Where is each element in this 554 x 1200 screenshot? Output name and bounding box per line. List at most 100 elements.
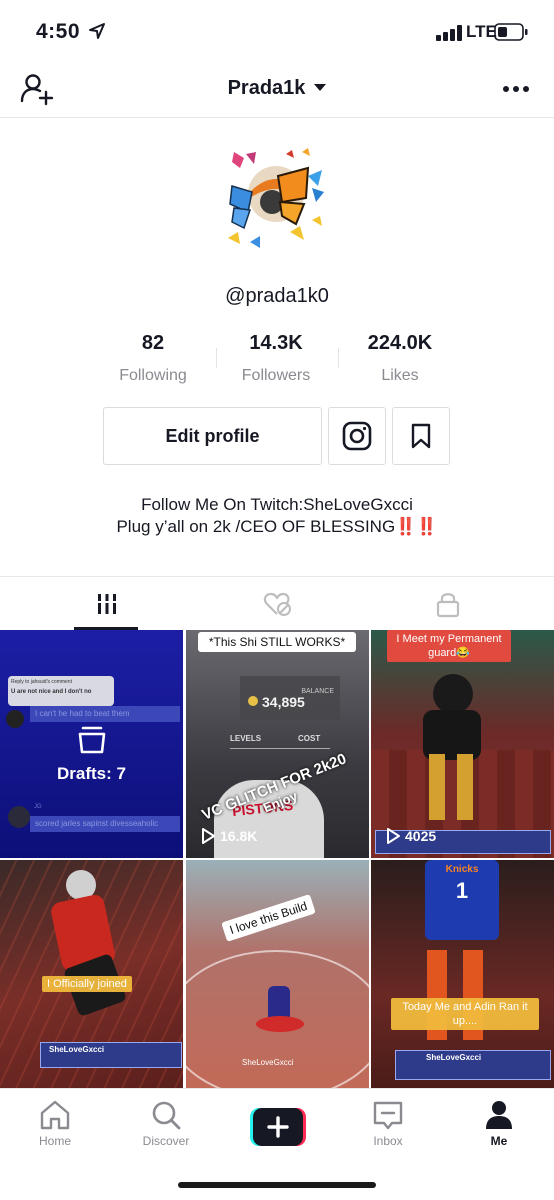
nav-me[interactable]: Me (454, 1099, 544, 1148)
network-type: LTE (466, 22, 497, 41)
following-count: 82 (141, 332, 165, 354)
signal-icon (436, 25, 462, 41)
vc-coin-icon (248, 696, 258, 706)
video-caption: I Officially joined (42, 976, 132, 992)
battery-icon (494, 23, 528, 41)
comment-bar: I can't he had to beat them (30, 706, 180, 722)
stat-following[interactable]: 82 Following (88, 332, 218, 385)
tab-private[interactable] (355, 577, 540, 631)
commenter-avatar (6, 710, 24, 728)
cost-label: COST (298, 734, 321, 743)
video-watermark: SheLoveGxcci (242, 1058, 294, 1067)
profile-bio: Follow Me On Twitch:SheLoveGxcci Plug y’… (0, 494, 554, 538)
avatar[interactable] (220, 146, 332, 262)
status-time: 4:50 (36, 20, 81, 43)
balance-value: 34,895 (262, 694, 305, 710)
player-nameplate: SheLoveGxcci (395, 1050, 551, 1080)
profile-header: Prada1k (0, 64, 554, 118)
comment-reply-header: Reply to jahsuid's comment (11, 679, 72, 685)
more-options-icon[interactable] (498, 76, 534, 102)
bookmark-icon (411, 423, 431, 449)
nav-me-label: Me (490, 1134, 508, 1148)
bio-line-2: Plug y’all on 2k /CEO OF BLESSING‼️‼️ (0, 516, 554, 538)
chevron-down-icon (314, 84, 327, 91)
favorites-button[interactable] (392, 407, 450, 465)
balance-panel: BALANCE 34,895 (240, 676, 340, 720)
instagram-button[interactable] (328, 407, 386, 465)
view-count: 16.8K (200, 828, 257, 844)
jersey-number: 1 (455, 878, 469, 903)
status-bar: 4:50 LTE (0, 0, 554, 64)
player-marker (256, 1016, 304, 1032)
play-icon (202, 828, 215, 844)
following-label: Following (119, 367, 187, 384)
likes-count: 224.0K (367, 332, 433, 354)
jersey-team: Knicks (445, 864, 479, 875)
play-icon (387, 828, 400, 844)
video-tile-drafts[interactable]: Reply to jahsuid's comment U are not nic… (0, 630, 183, 858)
bio-line-1: Follow Me On Twitch:SheLoveGxcci (141, 495, 413, 514)
comment-author: JG (34, 804, 42, 810)
video-caption: *This Shi STILL WORKS* (198, 632, 356, 652)
video-tile-build[interactable]: I love this Build SheLoveGxcci (186, 860, 369, 1088)
balance-label: BALANCE (301, 688, 334, 695)
nav-home-label: Home (38, 1134, 71, 1148)
player-head (433, 674, 473, 714)
liked-icon (263, 592, 291, 616)
likes-label: Likes (381, 367, 419, 384)
bio-line-2-text: Plug y’all on 2k /CEO OF BLESSING (116, 517, 396, 536)
nameplate-text: SheLoveGxcci (49, 1045, 105, 1054)
stat-likes[interactable]: 224.0K Likes (335, 332, 465, 385)
drafts-icon (78, 726, 106, 754)
lock-icon (436, 593, 459, 618)
video-tile-guard[interactable]: I Meet my Permanent guard😂 4025 (371, 630, 554, 858)
view-count-value: 4025 (405, 828, 437, 844)
player-leg (429, 754, 445, 820)
nav-discover[interactable]: Discover (121, 1099, 211, 1148)
comment-reply-text: U are not nice and I don't no (11, 689, 92, 695)
comment-bar: scored jarles sapinst divesseaholic (30, 816, 180, 832)
tab-liked[interactable] (185, 577, 370, 631)
drafts-count: Drafts: 7 (57, 764, 126, 783)
stat-followers[interactable]: 14.3K Followers (211, 332, 341, 385)
video-tile-joined[interactable]: I Officially joined SheLoveGxcci (0, 860, 183, 1088)
inbox-icon (373, 1101, 403, 1130)
create-icon[interactable] (250, 1108, 306, 1146)
me-icon (486, 1101, 512, 1129)
video-caption: Today Me and Adin Ran it up.... (391, 998, 539, 1030)
video-caption: I Meet my Permanent guard😂 (387, 630, 511, 662)
grid-icon (95, 594, 118, 614)
edit-profile-button[interactable]: Edit profile (103, 407, 322, 465)
video-tile-knicks[interactable]: Knicks 1 Today Me and Adin Ran it up....… (371, 860, 554, 1088)
commenter-avatar (8, 806, 30, 828)
video-tile-vc-glitch[interactable]: BALANCE 34,895 LEVELS COST PISTONS *This… (186, 630, 369, 858)
home-indicator[interactable] (178, 1182, 376, 1188)
nav-inbox-label: Inbox (373, 1134, 403, 1148)
levels-label: LEVELS (230, 734, 262, 743)
header-username: Prada1k (227, 77, 306, 99)
content-tabs (0, 576, 554, 630)
home-icon (40, 1100, 70, 1130)
instagram-icon (342, 421, 372, 451)
comment-reply-card: Reply to jahsuid's comment U are not nic… (8, 676, 114, 706)
profile-handle: @prada1k0 (225, 285, 329, 307)
divider (230, 748, 330, 749)
player-leg (457, 754, 473, 820)
account-switcher[interactable]: Prada1k (0, 77, 554, 100)
video-grid: Reply to jahsuid's comment U are not nic… (0, 630, 554, 1088)
location-arrow-icon (89, 23, 105, 39)
followers-label: Followers (241, 367, 311, 384)
followers-count: 14.3K (249, 332, 303, 354)
discover-icon (152, 1101, 181, 1130)
view-count: 4025 (385, 828, 436, 844)
double-exclamation-icon: ‼️‼️ (395, 517, 438, 536)
player-jersey: Knicks 1 (425, 860, 499, 940)
player-nameplate: SheLoveGxcci (40, 1042, 182, 1068)
nav-inbox[interactable]: Inbox (343, 1099, 433, 1148)
view-count-value: 16.8K (220, 828, 258, 844)
nav-discover-label: Discover (142, 1134, 190, 1148)
nav-home[interactable]: Home (10, 1099, 100, 1148)
player-torso (423, 710, 481, 760)
tab-videos[interactable] (14, 577, 199, 631)
nameplate-text: SheLoveGxcci (426, 1053, 482, 1062)
